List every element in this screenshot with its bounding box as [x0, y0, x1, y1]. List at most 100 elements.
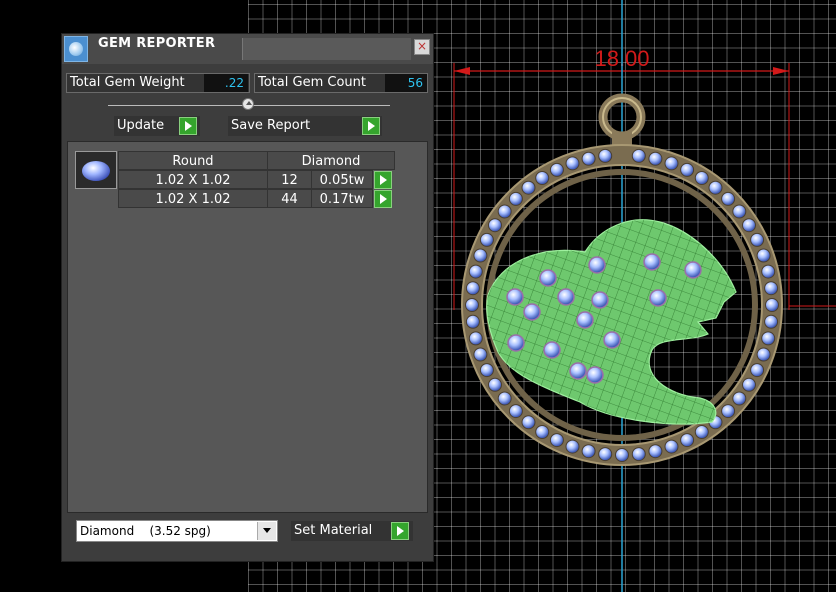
ring-gem: [761, 331, 776, 346]
panther-gem: [591, 291, 609, 309]
save-report-button[interactable]: Save Report: [228, 116, 382, 136]
ring-gem: [750, 232, 765, 247]
ring-gem: [465, 298, 479, 312]
gem-size-cell: 1.02 X 1.02: [118, 170, 268, 189]
panther-gem: [507, 334, 525, 352]
ring-gem: [497, 391, 512, 406]
gem-reporter-panel: GEM REPORTER × Total Gem Weight .22 Tota…: [61, 33, 434, 562]
panther-gem: [557, 288, 575, 306]
total-gem-weight-value: .22: [204, 74, 248, 92]
ring-gem: [694, 171, 709, 185]
play-icon: [391, 522, 409, 540]
ring-gem: [473, 347, 488, 362]
select-row-button[interactable]: [374, 171, 392, 189]
ring-gem: [750, 363, 765, 378]
play-icon: [179, 117, 197, 135]
ring-gem: [521, 180, 536, 195]
ring-gem: [598, 447, 613, 462]
material-header: Diamond: [267, 151, 395, 170]
ring-gem: [694, 425, 709, 439]
ring-gem: [508, 191, 523, 206]
ring-gem: [764, 314, 779, 329]
shape-header: Round: [118, 151, 268, 170]
ring-gem: [765, 298, 779, 312]
panther-gem: [643, 253, 661, 271]
ring-gem: [721, 404, 736, 419]
ring-gem: [488, 218, 502, 233]
ring-gem: [465, 281, 480, 296]
round-gem-icon: [82, 161, 110, 181]
ring-gem: [479, 363, 494, 378]
ring-gem: [549, 433, 564, 448]
ring-gem: [535, 425, 550, 439]
ring-gem: [742, 377, 756, 392]
set-material-button[interactable]: Set Material: [291, 521, 413, 541]
ring-gem: [680, 162, 695, 177]
ring-gem: [479, 232, 494, 247]
ring-gem: [721, 191, 736, 206]
play-icon: [362, 117, 380, 135]
ring-gem: [631, 447, 646, 462]
panther-gem: [539, 269, 557, 287]
gem-size-cell: 1.02 X 1.02: [118, 189, 268, 208]
ring-gem: [508, 404, 523, 419]
panther-gem: [569, 362, 587, 380]
chevron-down-icon[interactable]: [257, 522, 276, 540]
slider-handle[interactable]: [242, 98, 254, 110]
ring-gem: [631, 148, 646, 163]
ring-gem: [680, 433, 695, 448]
ring-gem: [761, 264, 776, 279]
gem-count-cell: 44: [267, 189, 312, 208]
ring-gem: [521, 415, 536, 430]
ring-gem: [732, 391, 747, 406]
ring-gem: [581, 444, 596, 459]
ring-gem: [565, 439, 580, 454]
panther-gem: [649, 289, 667, 307]
panther-gem: [603, 331, 621, 349]
material-dropdown[interactable]: Diamond (3.52 spg): [76, 520, 278, 542]
ring-gem: [756, 347, 771, 362]
panther-gem: [588, 256, 606, 274]
ring-gem: [708, 180, 723, 195]
ring-gem: [648, 444, 663, 459]
gem-weight-cell: 0.17tw: [311, 189, 373, 208]
ring-gem: [664, 439, 679, 454]
close-button[interactable]: ×: [414, 39, 430, 55]
ring-gem: [488, 377, 502, 392]
ring-gem: [468, 331, 483, 346]
ring-gem: [756, 248, 771, 263]
title-bar[interactable]: GEM REPORTER ×: [62, 34, 433, 64]
ring-gem: [764, 281, 779, 296]
gem-weight-cell: 0.05tw: [311, 170, 373, 189]
dimension-arrow-left: [454, 67, 470, 75]
gem-thumbnail[interactable]: [75, 151, 117, 189]
update-button[interactable]: Update: [114, 116, 200, 136]
gem-reporter-icon: [64, 36, 88, 62]
panther-gem: [576, 311, 594, 329]
panther-gem: [523, 303, 541, 321]
ring-gem: [648, 151, 663, 166]
ring-gem: [615, 448, 629, 462]
gem-count-cell: 12: [267, 170, 312, 189]
ring-gem: [468, 264, 483, 279]
ring-gem: [581, 151, 596, 166]
title-tab: [242, 38, 411, 60]
ring-gem: [742, 218, 756, 233]
gem-list: Round Diamond 1.02 X 1.02 12 0.05tw 1.02…: [67, 141, 428, 513]
panther-gem: [506, 288, 524, 306]
ring-gem: [465, 314, 480, 329]
panther-gem: [684, 261, 702, 279]
ring-gem: [549, 162, 564, 177]
ring-gem: [473, 248, 488, 263]
ring-gem: [565, 156, 580, 171]
ring-gem: [732, 204, 747, 219]
total-gem-count-value: 56: [385, 74, 427, 92]
panel-title: GEM REPORTER: [98, 36, 216, 51]
select-row-button[interactable]: [374, 190, 392, 208]
ring-gem: [664, 156, 679, 171]
ring-gem: [535, 171, 550, 185]
panther-gem: [586, 366, 604, 384]
ring-gem: [598, 148, 613, 163]
ring-gem: [497, 204, 512, 219]
panther-gem: [543, 341, 561, 359]
